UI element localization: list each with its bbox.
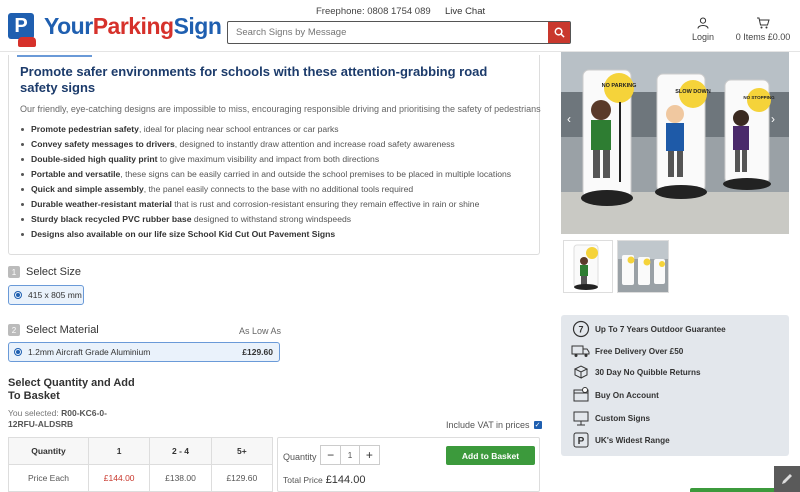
cart-icon bbox=[757, 17, 770, 29]
badge-7-icon: 7 bbox=[571, 320, 590, 338]
gallery-next-arrow[interactable]: › bbox=[771, 112, 775, 126]
vat-toggle[interactable]: Include VAT in prices ✓ bbox=[446, 420, 542, 430]
search-input[interactable] bbox=[228, 22, 548, 43]
list-item: Convey safety messages to drivers, desig… bbox=[20, 139, 511, 154]
feedback-tab[interactable] bbox=[690, 488, 780, 492]
as-low-as-label: As Low As bbox=[239, 326, 282, 336]
total-price-value: £144.00 bbox=[325, 474, 366, 486]
price-table: Quantity 1 2 - 4 5+ Price Each £144.00 £… bbox=[8, 437, 274, 492]
usp-item: 7 Up To 7 Years Outdoor Guarantee bbox=[571, 320, 726, 338]
size-heading: Select Size bbox=[26, 266, 82, 278]
description-title: Promote safer environments for schools w… bbox=[20, 64, 488, 95]
svg-text:7: 7 bbox=[578, 325, 583, 335]
list-item: Double-sided high quality print to give … bbox=[20, 154, 511, 169]
usp-panel: 7 Up To 7 Years Outdoor Guarantee Free D… bbox=[561, 315, 789, 456]
table-row: Price Each £144.00 £138.00 £129.60 bbox=[8, 464, 274, 492]
description-intro: Our friendly, eye-catching designs are i… bbox=[20, 104, 541, 114]
list-item: Durable weather-resistant material that … bbox=[20, 199, 511, 214]
size-step: 1 Select Size bbox=[8, 266, 81, 278]
account-icon bbox=[571, 386, 590, 404]
quantity-stepper: − 1 + bbox=[320, 445, 380, 465]
usp-item: Free Delivery Over £50 bbox=[571, 342, 683, 360]
list-item: Quick and simple assembly, the panel eas… bbox=[20, 184, 511, 199]
live-chat-link[interactable]: Live Chat bbox=[445, 6, 485, 17]
chat-icon bbox=[782, 474, 792, 484]
site-header: P YourParkingSign Freephone: 0808 1754 0… bbox=[0, 0, 800, 52]
usp-item: Buy On Account bbox=[571, 386, 659, 404]
usp-item: P UK's Widest Range bbox=[571, 431, 670, 449]
table-row: Quantity 1 2 - 4 5+ bbox=[8, 437, 274, 465]
vat-checkbox[interactable]: ✓ bbox=[533, 421, 542, 429]
size-option[interactable]: 415 x 805 mm bbox=[8, 285, 84, 305]
freephone[interactable]: Freephone: 0808 1754 089 bbox=[316, 6, 431, 17]
list-item: Promote pedestrian safety, ideal for pla… bbox=[20, 124, 511, 139]
gallery-thumbnail[interactable] bbox=[563, 240, 613, 293]
freephone-number[interactable]: 0808 1754 089 bbox=[367, 6, 430, 17]
list-item: Sturdy black recycled PVC rubber base de… bbox=[20, 214, 511, 229]
list-item: Portable and versatile, these signs can … bbox=[20, 169, 511, 184]
truck-icon bbox=[571, 342, 590, 360]
step-number: 2 bbox=[8, 324, 20, 336]
add-to-basket-panel: Quantity − 1 + Add to Basket Total Price… bbox=[277, 437, 540, 492]
chat-widget-button[interactable] bbox=[774, 466, 800, 492]
svg-text:NO STOPPING: NO STOPPING bbox=[743, 95, 775, 100]
svg-text:P: P bbox=[577, 436, 584, 447]
increment-button[interactable]: + bbox=[360, 446, 379, 464]
description-tab-indicator bbox=[17, 55, 92, 57]
login-link[interactable]: Login bbox=[690, 17, 716, 42]
selected-code: You selected: R00-KC6-0-12RFU-ALDSRB bbox=[8, 408, 107, 429]
step-number: 1 bbox=[8, 266, 20, 278]
radio-selected-icon bbox=[14, 348, 22, 356]
quantity-label: Quantity bbox=[283, 452, 317, 462]
search-button[interactable] bbox=[548, 22, 570, 43]
user-icon bbox=[697, 17, 709, 29]
search-icon bbox=[554, 27, 565, 38]
material-step: 2 Select Material bbox=[8, 324, 99, 336]
logo-p-icon: P bbox=[8, 13, 36, 47]
material-option[interactable]: 1.2mm Aircraft Grade Aluminium £129.60 bbox=[8, 342, 280, 362]
usp-item: 30 Day No Quibble Returns bbox=[571, 363, 701, 381]
parking-range-icon: P bbox=[571, 431, 590, 449]
description-panel: Promote safer environments for schools w… bbox=[8, 55, 541, 255]
custom-sign-icon bbox=[571, 409, 590, 427]
site-logo[interactable]: P YourParkingSign bbox=[8, 11, 222, 47]
quantity-heading: Select Quantity and Add To Basket bbox=[8, 377, 135, 402]
svg-text:SLOW DOWN: SLOW DOWN bbox=[675, 89, 710, 95]
product-main-image[interactable]: NO PARKING SLOW DOWN NO STOPPING bbox=[561, 52, 789, 234]
basket-link[interactable]: 0 Items £0.00 bbox=[735, 17, 791, 42]
total-price: Total Price £144.00 bbox=[283, 474, 366, 486]
list-item[interactable]: Designs also available on our life size … bbox=[20, 229, 511, 244]
add-to-basket-button[interactable]: Add to Basket bbox=[446, 446, 535, 465]
quantity-input[interactable]: 1 bbox=[340, 446, 360, 464]
decrement-button[interactable]: − bbox=[321, 446, 340, 464]
material-heading: Select Material bbox=[26, 324, 99, 336]
usp-item: Custom Signs bbox=[571, 409, 650, 427]
material-price: £129.60 bbox=[242, 347, 273, 357]
gallery-prev-arrow[interactable]: ‹ bbox=[567, 112, 571, 126]
return-box-icon bbox=[571, 363, 590, 381]
search-bar bbox=[227, 21, 571, 44]
gallery-thumbnail[interactable] bbox=[617, 240, 669, 293]
svg-text:NO PARKING: NO PARKING bbox=[602, 83, 637, 89]
radio-selected-icon bbox=[14, 291, 22, 299]
feature-bullets: Promote pedestrian safety, ideal for pla… bbox=[20, 124, 511, 244]
